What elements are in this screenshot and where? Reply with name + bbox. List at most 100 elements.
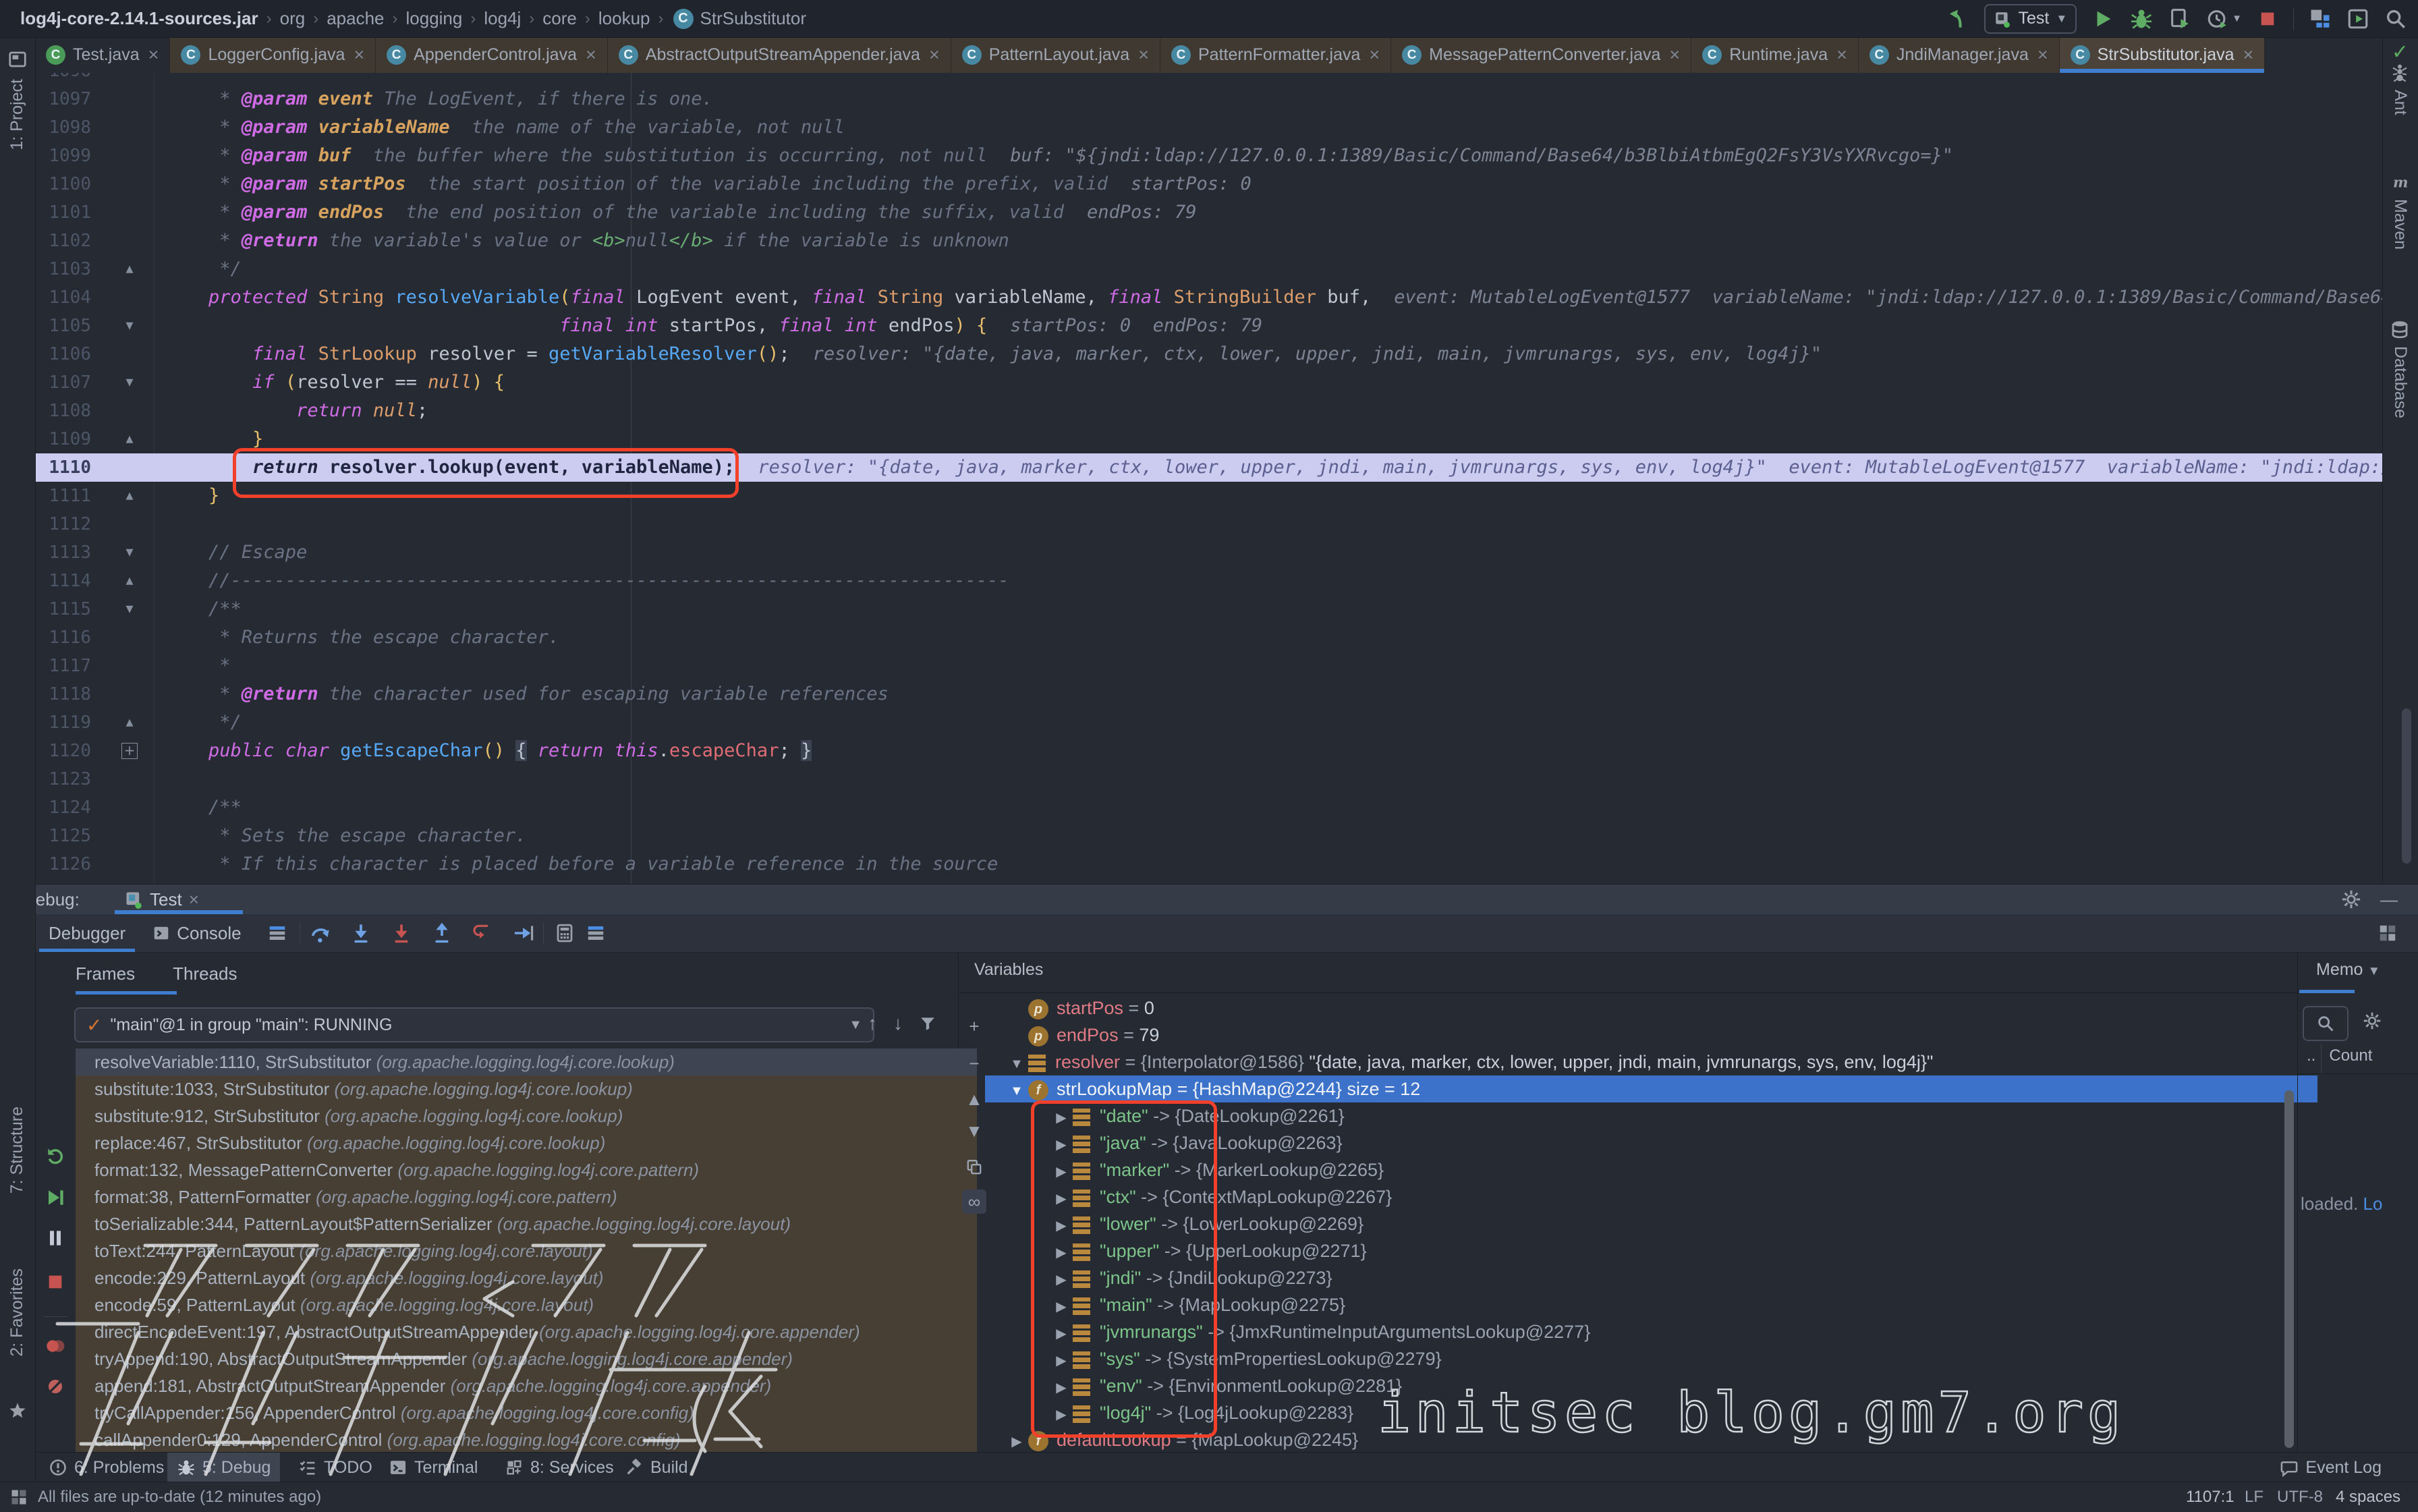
code-line[interactable]: 1117 * (0, 652, 2383, 680)
pause-icon[interactable] (45, 1227, 66, 1249)
close-icon[interactable]: × (1369, 46, 1380, 64)
editor-tab[interactable]: CMessagePatternConverter.java× (1391, 37, 1691, 73)
down-stack-icon[interactable]: ↓ (893, 1013, 903, 1034)
editor-tab[interactable]: CAbstractOutputStreamAppender.java× (608, 37, 951, 73)
event-log-button[interactable]: Event Log (2270, 1453, 2391, 1482)
stack-frame-row[interactable]: resolveVariable:1110, StrSubstitutor (or… (76, 1048, 977, 1075)
stack-frame-row[interactable]: substitute:1033, StrSubstitutor (org.apa… (76, 1075, 977, 1102)
coverage-button-icon[interactable] (2168, 7, 2191, 30)
close-icon[interactable]: × (2243, 46, 2254, 64)
stack-frame-row[interactable]: encode:229, PatternLayout (org.apache.lo… (76, 1264, 977, 1291)
editor-tab[interactable]: CPatternLayout.java× (951, 37, 1160, 73)
fold-marker[interactable]: ▴ (115, 255, 144, 283)
fold-marker[interactable]: + (115, 737, 144, 765)
debug-settings-icon[interactable] (2341, 889, 2361, 909)
run-window-button-icon[interactable] (2346, 7, 2369, 30)
toolwindow-button-build[interactable]: Build (615, 1453, 698, 1482)
breadcrumb-item[interactable]: StrSubstitutor (700, 8, 807, 29)
debug-tab-console[interactable]: Console (139, 914, 254, 952)
debug-button-icon[interactable] (2129, 7, 2154, 31)
sidebar-item-ant[interactable]: Ant (2390, 90, 2410, 115)
stack-frame-row[interactable]: replace:467, StrSubstitutor (org.apache.… (76, 1129, 977, 1156)
breadcrumb-item[interactable]: log4j-core-2.14.1-sources.jar (20, 8, 258, 29)
code-line[interactable]: 1124 /** (0, 793, 2383, 822)
evaluate-expression-icon[interactable] (555, 923, 575, 943)
code-line[interactable]: 1108 return null; (0, 397, 2383, 425)
step-out-icon[interactable] (431, 922, 453, 944)
step-into-icon[interactable] (350, 922, 372, 944)
breadcrumb-item[interactable]: lookup (598, 8, 650, 29)
code-line[interactable]: 1100 * @param startPos the start positio… (0, 170, 2383, 198)
stack-frame-row[interactable]: tryAppend:190, AbstractOutputStreamAppen… (76, 1345, 977, 1372)
close-icon[interactable]: × (1138, 46, 1149, 64)
memory-header[interactable]: Memo ▼ (2316, 960, 2380, 980)
project-toolwindow-icon[interactable] (7, 49, 28, 69)
sidebar-item-structure[interactable]: 7: Structure (7, 1107, 27, 1194)
caret-position[interactable]: 1107:1 (2186, 1482, 2234, 1512)
profiler-button[interactable]: ▼ (2206, 7, 2242, 30)
close-icon[interactable]: × (586, 46, 596, 64)
code-line[interactable]: 1107▾ if (resolver == null) { (0, 368, 2383, 397)
run-button-icon[interactable] (2091, 7, 2114, 30)
stack-frame-row[interactable]: directEncodeEvent:197, AbstractOutputStr… (76, 1318, 977, 1345)
toolwindow-button-6-problems[interactable]: 6: Problems (39, 1453, 173, 1482)
tab-frames[interactable]: Frames (76, 963, 135, 984)
stack-frame-row[interactable]: format:38, PatternFormatter (org.apache.… (76, 1183, 977, 1210)
stack-frame-row[interactable]: callAppender0:129, AppenderControl (org.… (76, 1426, 977, 1453)
fold-marker[interactable]: ▴ (115, 708, 144, 737)
move-down[interactable]: ▼ (961, 1121, 988, 1142)
up-stack-icon[interactable]: ↑ (868, 1013, 877, 1034)
fold-marker[interactable]: ▾ (115, 538, 144, 567)
code-line[interactable]: 1103▴ */ (0, 255, 2383, 283)
thread-selector[interactable]: ✓ "main"@1 in group "main": RUNNING ▼ (74, 1007, 874, 1042)
drop-frame-icon[interactable] (472, 922, 493, 944)
breadcrumb-item[interactable]: core (542, 8, 577, 29)
toolwindow-button-terminal[interactable]: Terminal (379, 1453, 487, 1482)
toolwindow-database-icon[interactable] (2390, 319, 2410, 339)
window-icon[interactable] (9, 1482, 28, 1512)
code-line[interactable]: 1105▾ final int startPos, final int endP… (0, 312, 2383, 340)
toolwindow-button-8-services[interactable]: 8: Services (495, 1453, 623, 1482)
variables-scrollbar[interactable] (2284, 1090, 2294, 1448)
step-over-icon[interactable] (310, 922, 331, 944)
sidebar-item-favorites[interactable]: 2: Favorites (7, 1268, 27, 1357)
code-line[interactable]: 1102 * @return the variable's value or <… (0, 227, 2383, 255)
variable-row[interactable]: ▼fstrLookupMap = {HashMap@2244} size = 1… (985, 1075, 2317, 1102)
editor-tab[interactable]: CPatternFormatter.java× (1160, 37, 1391, 73)
editor-tab[interactable]: CTest.java× (35, 37, 170, 73)
code-editor[interactable]: 1096 *1097 * @param event The LogEvent, … (0, 37, 2383, 884)
breadcrumb-item[interactable]: apache (327, 8, 384, 29)
stack-frame-row[interactable]: encode:59, PatternLayout (org.apache.log… (76, 1291, 977, 1318)
stack-frame-row[interactable]: tryCallAppender:156, AppenderControl (or… (76, 1399, 977, 1426)
memory-search-box[interactable] (2303, 1006, 2349, 1041)
run-config-selector[interactable]: Test▼ (1984, 4, 2077, 34)
fold-marker[interactable]: ▾ (115, 368, 144, 397)
variable-row[interactable]: pendPos = 79 (985, 1021, 2317, 1048)
fold-marker[interactable]: ▴ (115, 567, 144, 595)
view-breakpoints-icon[interactable] (45, 1335, 66, 1357)
breadcrumb-item[interactable]: org (280, 8, 306, 29)
close-icon[interactable]: × (189, 889, 199, 910)
add-watch[interactable]: + (961, 1016, 988, 1037)
fold-marker[interactable]: ▴ (115, 425, 144, 453)
variable-row[interactable]: pstartPos = 0 (985, 995, 2317, 1021)
code-line[interactable]: 1126 * If this character is placed befor… (0, 850, 2383, 878)
resume-icon[interactable] (45, 1187, 66, 1208)
sidebar-item-maven[interactable]: Maven (2390, 199, 2410, 250)
memory-gear-icon[interactable] (2363, 1011, 2382, 1030)
code-line[interactable]: 1113▾ // Escape (0, 538, 2383, 567)
back-arrow-icon[interactable] (1946, 7, 1969, 30)
layout-settings-icon[interactable] (586, 923, 606, 943)
duplicate-watch[interactable] (961, 1156, 988, 1177)
force-step-into-icon[interactable] (391, 922, 412, 944)
code-line[interactable]: 1104 protected String resolveVariable(fi… (0, 283, 2383, 312)
code-line[interactable]: 1119▴ */ (0, 708, 2383, 737)
close-icon[interactable]: × (1836, 46, 1847, 64)
inspections-ok-icon[interactable]: ✓ (2392, 40, 2409, 64)
editor-tab[interactable]: CLoggerConfig.java× (170, 37, 376, 73)
tool-windows-button-icon[interactable] (2309, 7, 2332, 30)
toolwindow-button-todo[interactable]: TODO (289, 1453, 382, 1482)
code-line[interactable]: 1099 * @param buf the buffer where the s… (0, 142, 2383, 170)
close-icon[interactable]: × (1669, 46, 1680, 64)
status-message[interactable]: All files are up-to-date (12 minutes ago… (38, 1482, 321, 1512)
